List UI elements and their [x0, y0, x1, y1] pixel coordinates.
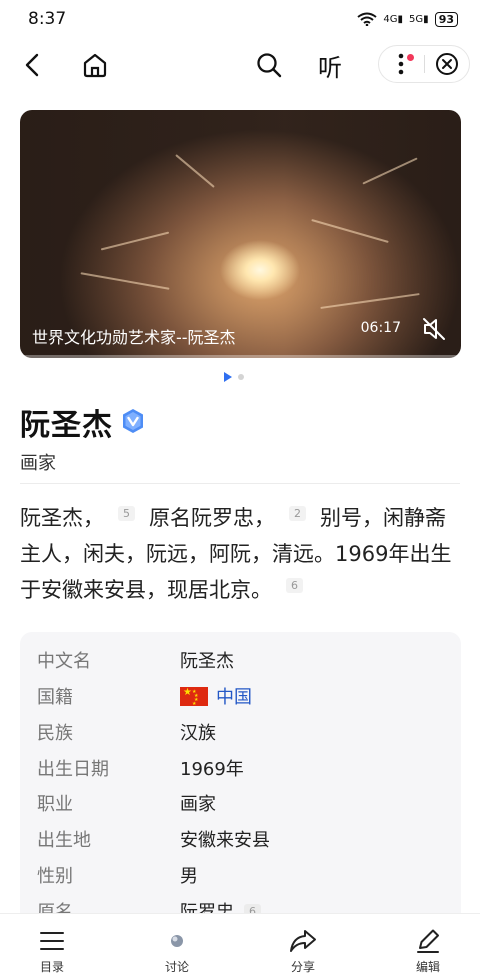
media-pager	[224, 372, 244, 382]
tab-edit[interactable]: 编辑	[388, 914, 468, 980]
video-light-streak	[311, 219, 389, 243]
info-row: 出生日期 1969年	[37, 750, 244, 786]
list-icon	[40, 932, 64, 950]
close-button[interactable]	[424, 46, 469, 82]
nav-bar: 听	[0, 40, 480, 90]
nationality-link[interactable]: ★ ★ ★ ★ ★ 中国	[180, 683, 252, 709]
info-key: 民族	[37, 723, 73, 744]
video-light-streak	[80, 272, 170, 290]
citation-ref[interactable]: 6	[286, 578, 303, 593]
info-row: 出生地 安徽来安县	[37, 821, 270, 857]
info-value: 男	[180, 866, 198, 887]
info-row: 民族 汉族	[37, 714, 216, 750]
search-button[interactable]	[250, 46, 288, 84]
citation-ref[interactable]: 2	[289, 506, 306, 521]
video-light-streak	[362, 157, 418, 185]
entry-subtitle: 画家	[20, 453, 56, 474]
citation-ref[interactable]: 5	[118, 506, 135, 521]
video-light-streak	[320, 293, 420, 309]
status-bar: 8:37 4G▮ 5G▮ 93	[0, 0, 480, 38]
close-circle-icon	[435, 53, 458, 75]
video-light-streak	[175, 154, 215, 188]
signal-4g: 4G▮	[383, 13, 404, 25]
bottom-toolbar: 目录 讨论 分享 编辑	[0, 913, 480, 980]
video-progress-track	[20, 355, 461, 358]
tab-discuss[interactable]: 讨论	[137, 914, 217, 980]
tab-catalog[interactable]: 目录	[12, 914, 92, 980]
info-value: 汉族	[180, 723, 216, 744]
entry-title: 阮圣杰	[20, 408, 113, 443]
divider	[20, 483, 460, 484]
info-row: 职业 画家	[37, 785, 216, 821]
nationality-value: 中国	[216, 687, 252, 708]
discuss-icon	[171, 935, 183, 947]
mute-button[interactable]	[421, 316, 447, 342]
info-key: 出生地	[37, 830, 91, 851]
pager-dot	[238, 374, 244, 380]
tab-label: 编辑	[415, 960, 440, 974]
speaker-muted-icon	[423, 318, 445, 340]
verified-badge-icon	[123, 409, 143, 433]
home-button[interactable]	[76, 46, 114, 84]
tab-label: 分享	[290, 960, 315, 974]
pager-video-indicator	[224, 372, 232, 382]
basic-info-card: 中文名 阮圣杰 国籍 ★ ★ ★ ★ ★ 中国 民族 汉族 出生日期 1969年 职业 …	[20, 632, 461, 932]
notification-dot	[407, 54, 414, 61]
china-flag-icon: ★ ★ ★ ★ ★	[180, 686, 208, 707]
search-icon	[257, 53, 282, 78]
video-duration: 06:17	[360, 320, 401, 336]
info-key: 国籍	[37, 687, 73, 708]
mini-program-capsule	[378, 45, 470, 83]
info-key: 中文名	[37, 651, 91, 672]
info-value: 画家	[180, 794, 216, 815]
summary-text: 原名阮罗忠，	[149, 506, 275, 530]
tab-label: 目录	[39, 960, 64, 974]
video-light-streak	[100, 231, 170, 251]
more-vertical-icon	[398, 53, 404, 75]
info-row: 国籍 ★ ★ ★ ★ ★ 中国	[37, 678, 252, 714]
chevron-left-icon	[25, 53, 39, 77]
video-player[interactable]: 世界文化功勋艺术家--阮圣杰 06:17	[20, 110, 461, 358]
info-key: 出生日期	[37, 759, 109, 780]
status-indicators: 4G▮ 5G▮ 93	[357, 11, 458, 27]
info-value: 安徽来安县	[180, 830, 270, 851]
wifi-icon	[357, 12, 378, 26]
signal-5g: 5G▮	[409, 13, 429, 25]
info-value: 阮圣杰	[180, 651, 234, 672]
more-button[interactable]	[379, 46, 424, 82]
tab-share[interactable]: 分享	[263, 914, 343, 980]
summary-text: 阮圣杰，	[20, 506, 104, 530]
back-button[interactable]	[14, 46, 52, 84]
listen-button[interactable]: 听	[311, 46, 349, 84]
info-key: 职业	[37, 794, 73, 815]
video-caption: 世界文化功勋艺术家--阮圣杰	[32, 328, 236, 347]
edit-pencil-icon	[417, 929, 439, 953]
info-row: 性别 男	[37, 857, 198, 893]
home-icon	[83, 53, 107, 78]
battery-icon: 93	[434, 11, 458, 27]
tab-label: 讨论	[164, 960, 189, 974]
entry-summary: 阮圣杰， 5 原名阮罗忠， 2 别号，闲静斋主人，闲夫，阮远，阿阮，清远。1969年出生…	[20, 500, 465, 608]
share-icon	[290, 930, 316, 952]
info-value: 1969年	[180, 759, 244, 780]
info-key: 性别	[37, 866, 73, 887]
info-row: 中文名 阮圣杰	[37, 642, 234, 678]
status-time: 8:37	[28, 9, 67, 29]
